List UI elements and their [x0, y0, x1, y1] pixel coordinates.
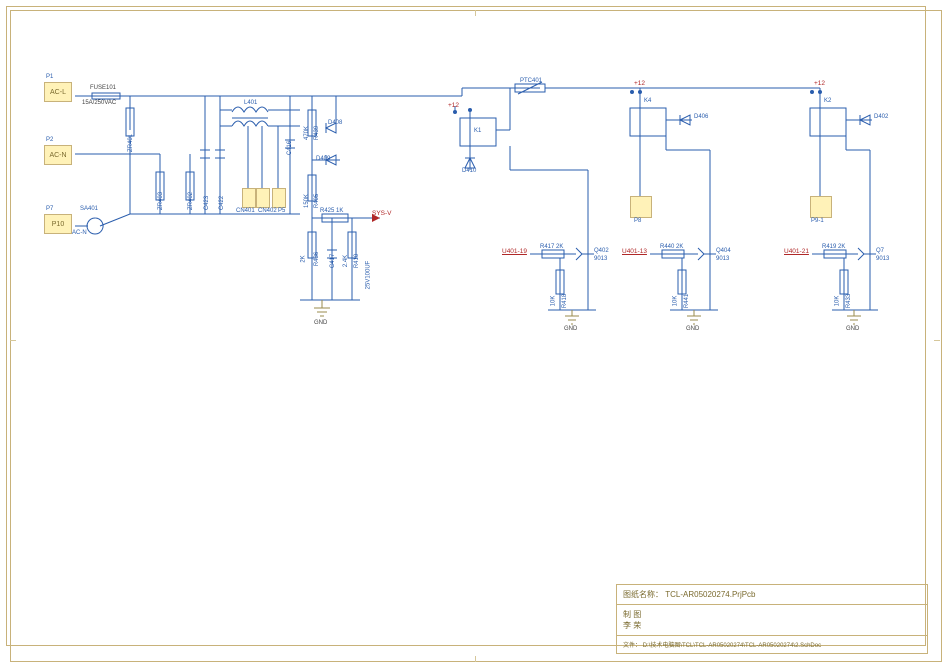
pad-p5 [272, 188, 286, 208]
port-p2-label: P2 [46, 137, 53, 143]
lbl-r433: R433 [846, 294, 852, 308]
tb-file-row: 文件： D:\技术电脑图\TCL\TCL-AR05020274\TCL-AR05… [617, 635, 927, 653]
port-p8 [630, 196, 652, 218]
lbl-12b: +12 [634, 80, 645, 87]
port-p8-label: P8 [634, 218, 641, 224]
lbl-c417: C417 [330, 254, 336, 268]
lbl-q7v: 9013 [876, 256, 889, 262]
lbl-p5: P5 [278, 208, 285, 214]
tb-drawn-row: 制 图 李 荣 [617, 604, 927, 635]
tb-drawn-label: 制 图 [623, 610, 641, 619]
lbl-q7: Q7 [876, 248, 884, 254]
lbl-q402v: 9013 [594, 256, 607, 262]
pad-cn402 [256, 188, 270, 208]
tb-file-value: D:\技术电脑图\TCL\TCL-AR05020274\TCL-AR050202… [643, 643, 821, 649]
lbl-d410: D410 [462, 168, 476, 174]
lbl-k1: K1 [474, 128, 481, 134]
lbl-r425: R425 1K [320, 208, 343, 214]
lbl-c423: C423 [204, 196, 210, 210]
lbl-uc: U401-21 [784, 248, 809, 255]
lbl-12c: +12 [814, 80, 825, 87]
lbl-sysv: SYS-V [372, 210, 392, 217]
lbl-r410: R410 [354, 254, 360, 268]
lbl-cn401: CN401 [236, 208, 255, 214]
lbl-r433v: 10K [834, 296, 840, 307]
pad-cn401 [242, 188, 256, 208]
lbl-zr402: ZR402 [188, 192, 194, 210]
tb-drawn-by: 李 荣 [623, 621, 641, 630]
lbl-r441: R441 [684, 294, 690, 308]
lbl-r410v: 2.4K [343, 255, 349, 267]
lbl-q402: Q402 [594, 248, 609, 254]
lbl-q404v: 9013 [716, 256, 729, 262]
lbl-r405: R405 [314, 194, 320, 208]
tb-file-label: 文件： [623, 643, 641, 649]
lbl-l401: L401 [244, 100, 257, 106]
title-block: 图纸名称： TCL-AR05020274.PrjPcb 制 图 李 荣 文件： … [616, 584, 928, 654]
lbl-ptc401: PTC401 [520, 78, 542, 84]
port-p10-label: P10 [52, 221, 64, 228]
lbl-d406: D406 [694, 114, 708, 120]
port-p7-label: P7 [46, 206, 53, 212]
lbl-fuse-rate: 15A/250VAC [82, 100, 116, 106]
lbl-r419: R419 2K [822, 244, 845, 250]
port-p9-label: P9-1 [811, 218, 824, 224]
lbl-zr403: ZR403 [158, 192, 164, 210]
lbl-d408: D408 [328, 120, 342, 126]
port-p2-net: AC-N [49, 152, 66, 159]
port-p1: AC-L [44, 82, 72, 102]
lbl-gnd2: GND [564, 326, 577, 332]
lbl-sa401: SA401 [80, 206, 98, 212]
lbl-r417: R417 2K [540, 244, 563, 250]
lbl-r440: R440 2K [660, 244, 683, 250]
lbl-c416: C416 [287, 141, 293, 155]
port-p9 [810, 196, 832, 218]
port-p1-label: P1 [46, 74, 53, 80]
lbl-ua: U401-19 [502, 248, 527, 255]
lbl-zr401: ZR401 [128, 134, 134, 152]
lbl-r439v: 470K [304, 126, 310, 140]
port-p7: P10 [44, 214, 72, 234]
lbl-gnd4: GND [846, 326, 859, 332]
lbl-d402: D402 [874, 114, 888, 120]
lbl-q404: Q404 [716, 248, 731, 254]
lbl-k4: K4 [644, 98, 651, 104]
lbl-r418v: 10K [550, 296, 556, 307]
lbl-r441v: 10K [672, 296, 678, 307]
lbl-gnd3: GND [686, 326, 699, 332]
lbl-d409: D409 [316, 156, 330, 162]
lbl-ub: U401-13 [622, 248, 647, 255]
lbl-r436: R436 [314, 252, 320, 266]
lbl-r405v: 150K [304, 194, 310, 208]
tb-name-row: 图纸名称： TCL-AR05020274.PrjPcb [617, 585, 927, 604]
lbl-r436v: 2K [301, 255, 307, 262]
port-p1-net: AC-L [50, 89, 66, 96]
lbl-c417val: 25V100UF [365, 261, 371, 290]
tb-name-label: 图纸名称： [623, 590, 663, 599]
lbl-k2: K2 [824, 98, 831, 104]
lbl-fuse: FUSE101 [90, 85, 116, 91]
lbl-gnd1: GND [314, 320, 327, 326]
lbl-12a: +12 [448, 102, 459, 109]
schematic-canvas [0, 0, 950, 672]
lbl-c422: C422 [219, 196, 225, 210]
port-p7-net: AC-N [72, 230, 87, 236]
port-p2: AC-N [44, 145, 72, 165]
lbl-r439: R439 [314, 126, 320, 140]
tb-name-value: TCL-AR05020274.PrjPcb [665, 590, 755, 599]
lbl-r418: R418 [562, 294, 568, 308]
lbl-cn402: CN402 [258, 208, 277, 214]
